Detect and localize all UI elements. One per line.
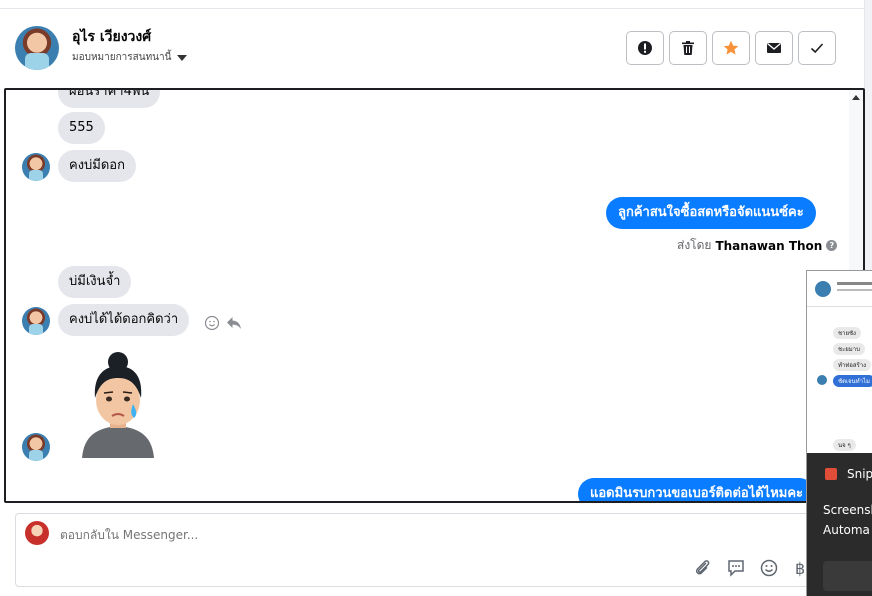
message-thread[interactable]: ผ่อนราคา4พัน 555 คงบ่มีดอก ลูกค้าสนใจซื้… [4,88,865,503]
help-icon[interactable]: ? [826,240,838,251]
snipping-tool-notification[interactable]: ชายชัง ชะยมาบ ทำท่อสร้าง ชัดเจนทำไม นจ ๆ… [806,270,872,596]
contact-avatar[interactable] [15,26,59,70]
sender-avatar [22,433,50,461]
reply-composer: ฿ [15,513,855,587]
snip-toast: Snip Screensh Automa [807,453,872,596]
sender-avatar [22,307,50,335]
contact-name[interactable]: อุไร เวียงวงศ์ [72,26,151,48]
assign-conversation-dropdown[interactable]: มอบหมายการสนทนานี้ [72,50,188,65]
message-actions [204,315,242,331]
message-bubble[interactable]: บ่มีเงินจ้ำ [58,266,132,298]
messenger-inbox: อุไร เวียงวงศ์ มอบหมายการสนทนานี้ ผ่อนรา… [0,0,872,596]
thumbnail-avatar [817,375,827,385]
thumbnail-bubble: นจ ๆ [833,439,856,451]
outgoing-message-bubble[interactable]: ลูกค้าสนใจซื้อสดหรือจัดแนนซ์คะ [606,197,816,229]
message-bubble[interactable]: 555 [58,112,105,144]
emoji-react-icon[interactable] [204,315,220,331]
message-bubble[interactable]: คงบ่มีดอก [58,150,136,182]
assign-label: มอบหมายการสนทนานี้ [72,52,172,63]
thumbnail-title-line [837,282,872,285]
delete-button[interactable] [669,31,707,65]
thumbnail-header [807,271,872,307]
caret-down-icon [177,54,188,61]
mail-button[interactable] [755,31,793,65]
envelope-icon [767,43,781,53]
page-avatar [25,521,49,545]
crying-avatar-sticker[interactable] [76,352,160,458]
sent-by-name: Thanawan Thon [715,238,823,253]
emoji-icon[interactable] [759,558,779,578]
sender-avatar [22,153,50,181]
snip-toast-line2: Automa [823,523,870,537]
thumbnail-bubble: ชายชัง [833,327,861,339]
reply-icon[interactable] [226,315,242,331]
thumbnail-bubble-selected: ชัดเจนทำไม [833,375,872,387]
done-button[interactable] [798,31,836,65]
trash-icon [682,41,694,55]
saved-replies-icon[interactable] [726,558,746,578]
message-bubble[interactable]: ผ่อนราคา4พัน [58,90,161,108]
outgoing-message-bubble[interactable]: แอดมินรบกวนขอเบอร์ติดต่อได้ไหมคะ [578,478,816,501]
snipping-tool-icon [825,468,837,480]
snip-toast-button[interactable] [823,561,872,591]
sent-by-label: ส่งโดย Thanawan Thon ? [677,236,838,255]
scroll-up-arrow-icon[interactable] [852,95,860,100]
thumbnail-avatar [815,281,831,297]
message-bubble[interactable]: คงบ่ได้ได้ดอกคิดว่า [58,304,190,336]
star-button[interactable] [712,31,750,65]
thumbnail-bubble: ชะยมาบ [833,343,865,355]
svg-text:฿: ฿ [795,559,805,578]
screenshot-thumbnail[interactable]: ชายชัง ชะยมาบ ทำท่อสร้าง ชัดเจนทำไม นจ ๆ [807,271,872,453]
checkmark-icon [810,43,824,54]
attachment-icon[interactable] [693,558,713,578]
star-icon [723,40,739,55]
snip-toast-title: Snip [847,467,872,481]
conversation-actions [626,31,836,65]
snip-toast-line1: Screensh [823,503,872,517]
page-scrollbar[interactable] [864,0,872,270]
reply-input[interactable] [60,528,560,542]
thumbnail-subtitle-line [837,289,872,291]
composer-tools: ฿ [693,558,812,578]
conversation-header: อุไร เวียงวงศ์ มอบหมายการสนทนานี้ [0,9,864,87]
report-button[interactable] [626,31,664,65]
exclamation-circle-icon [638,41,652,55]
thumbnail-bubble: ทำท่อสร้าง [833,359,872,371]
sent-by-prefix: ส่งโดย [677,238,712,252]
